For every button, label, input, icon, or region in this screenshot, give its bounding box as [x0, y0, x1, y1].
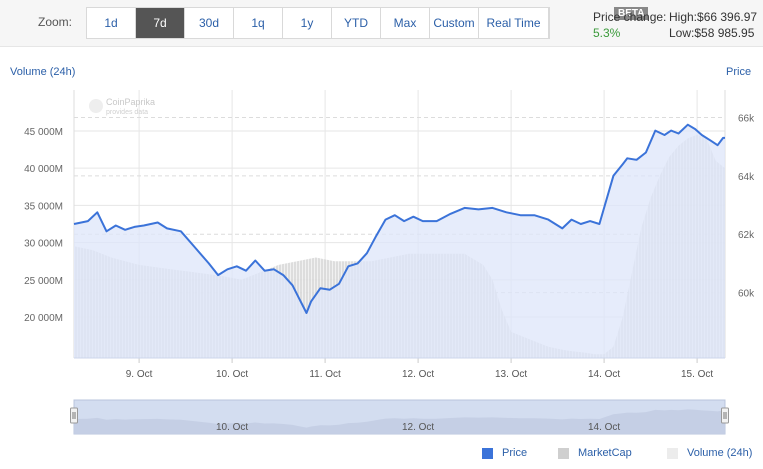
legend-label-volume: Volume (24h) [687, 447, 753, 459]
navigator-date-label: 10. Oct [216, 422, 248, 433]
left-axis-tick-label: 45 000M [24, 127, 63, 138]
legend-swatch-marketcap [558, 447, 569, 459]
legend-swatch-price [482, 447, 493, 459]
navigator-handle-right[interactable] [721, 407, 729, 424]
x-axis-tick-label: 13. Oct [495, 369, 527, 380]
x-axis-tick-label: 12. Oct [402, 369, 434, 380]
left-axis-tick-label: 25 000M [24, 276, 63, 287]
x-axis-tick-label: 14. Oct [588, 369, 620, 380]
coinpaprika-logo-icon [89, 99, 103, 113]
watermark-brand: CoinPaprika [106, 97, 155, 107]
right-axis-tick-label: 62k [738, 230, 755, 241]
series [73, 123, 725, 358]
x-axis-tick-label: 9. Oct [126, 369, 153, 380]
navigator-date-label: 14. Oct [588, 422, 620, 433]
navigator[interactable]: 10. Oct 12. Oct 14. Oct [70, 399, 729, 435]
right-axis-tick-label: 60k [738, 289, 755, 300]
legend-label-price: Price [502, 447, 528, 459]
navigator-handle-left[interactable] [70, 407, 78, 424]
x-axis-tick-label: 10. Oct [216, 369, 248, 380]
x-axis-tick-label: 11. Oct [309, 369, 341, 380]
legend-item-price[interactable]: Price [482, 447, 527, 459]
x-axis-tick-label: 15. Oct [681, 369, 713, 380]
right-axis-tick-label: 66k [738, 113, 755, 124]
legend-swatch-volume [667, 447, 678, 459]
legend-item-volume[interactable]: Volume (24h) [667, 447, 752, 459]
legend-label-marketcap: MarketCap [578, 447, 632, 459]
watermark-sub: provides data [106, 109, 148, 116]
coinpaprika-watermark: CoinPaprika provides data [89, 97, 155, 116]
right-axis-tick-label: 64k [738, 172, 755, 183]
left-axis-tick-label: 20 000M [24, 313, 63, 324]
left-axis-tick-label: 30 000M [24, 239, 63, 250]
navigator-date-label: 12. Oct [402, 422, 434, 433]
legend-item-marketcap[interactable]: MarketCap [558, 447, 632, 459]
left-axis-tick-label: 40 000M [24, 164, 63, 175]
left-axis-tick-label: 35 000M [24, 201, 63, 212]
price-chart[interactable]: CoinPaprika provides data 20 000M 25 000M… [0, 0, 763, 440]
